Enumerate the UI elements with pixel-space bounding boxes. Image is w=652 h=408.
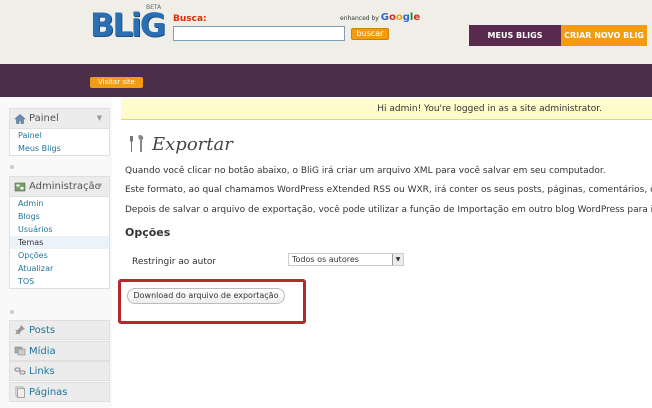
sidebar-item-links[interactable]: Links <box>9 361 110 381</box>
highlight-box <box>118 279 306 324</box>
restrict-author-label: Restringir ao autor <box>132 257 217 267</box>
search-button[interactable]: buscar <box>351 28 389 40</box>
admin-icon <box>14 182 26 191</box>
logo-text: BLiG <box>90 6 166 44</box>
sidebar-item-paginas[interactable]: Páginas <box>9 382 110 402</box>
search-input[interactable] <box>173 26 345 41</box>
criar-blig-button[interactable]: CRIAR NOVO BLIG <box>561 25 647 46</box>
menu-head-painel[interactable]: Painel ▼ <box>10 109 109 129</box>
google-letter: o <box>395 12 403 23</box>
sidebar-item-midia[interactable]: Mídia <box>9 341 110 361</box>
menu-painel: Painel ▼ Painel Meus Bligs <box>9 108 110 156</box>
blig-logo[interactable]: BLiG BETA <box>90 4 166 44</box>
page-title-text: Exportar <box>152 133 233 155</box>
sidebar-item-posts[interactable]: Posts <box>9 320 110 340</box>
author-select-value: Todos os autores <box>292 255 359 264</box>
logo-beta-badge: BETA <box>146 4 162 11</box>
menu-head-administracao[interactable]: Administração ▼ <box>10 177 109 197</box>
sidebar-item-admin[interactable]: Admin <box>10 197 109 210</box>
chevron-down-icon[interactable]: ▼ <box>392 254 403 265</box>
page-title: Exportar <box>126 133 233 155</box>
sidebar-item-atualizar[interactable]: Atualizar <box>10 262 109 275</box>
sidebar-row-label: Links <box>29 365 55 377</box>
media-icon <box>14 346 26 356</box>
search-label: Busca: <box>173 14 207 24</box>
sidebar-item-tos[interactable]: TOS <box>10 275 109 288</box>
author-select[interactable]: Todos os autores ▼ <box>288 253 404 266</box>
visit-site-button[interactable]: Visitar site <box>90 77 143 88</box>
main-content: Hi admin! You're logged in as a site adm… <box>112 97 652 408</box>
sidebar: Painel ▼ Painel Meus Bligs Administração… <box>0 97 112 408</box>
enhanced-text: enhanced by <box>340 15 379 22</box>
google-letter: G <box>380 12 389 23</box>
paragraph: Este formato, ao qual chamamos WordPress… <box>125 185 652 195</box>
sidebar-item-usuarios[interactable]: Usuários <box>10 223 109 236</box>
google-letter: g <box>402 12 410 23</box>
home-icon <box>14 113 26 124</box>
chevron-down-icon[interactable]: ▼ <box>94 181 105 192</box>
enhanced-by-google: enhanced by Google <box>340 12 420 23</box>
sidebar-item-blogs[interactable]: Blogs <box>10 210 109 223</box>
tools-icon <box>130 135 144 152</box>
paragraph: Quando você clicar no botão abaixo, o Bl… <box>125 166 606 176</box>
meus-bligs-button[interactable]: MEUS BLIGS <box>469 25 561 46</box>
separator-dot <box>10 310 14 314</box>
sidebar-item-opcoes[interactable]: Opções <box>10 249 109 262</box>
paragraph: Depois de salvar o arquivo de exportação… <box>125 205 652 215</box>
admin-notice: Hi admin! You're logged in as a site adm… <box>121 99 652 120</box>
menu-head-label: Administração <box>29 181 101 192</box>
pages-icon <box>15 386 25 398</box>
section-title: Opções <box>125 226 171 239</box>
google-letter: e <box>413 12 421 23</box>
separator-dot <box>10 165 14 169</box>
sidebar-item-painel[interactable]: Painel <box>10 129 109 142</box>
sidebar-row-label: Páginas <box>29 386 68 398</box>
chevron-down-icon[interactable]: ▼ <box>94 113 105 124</box>
link-icon <box>14 367 26 375</box>
sidebar-item-temas[interactable]: Temas <box>10 236 109 249</box>
site-header: BLiG BETA Busca: enhanced by Google busc… <box>0 0 652 64</box>
menu-administracao: Administração ▼ Admin Blogs Usuários Tem… <box>9 176 110 289</box>
sidebar-item-meus-bligs[interactable]: Meus Bligs <box>10 142 109 155</box>
menu-head-label: Painel <box>29 113 59 124</box>
sidebar-row-label: Posts <box>29 324 56 336</box>
google-letter: o <box>388 12 396 23</box>
sidebar-row-label: Mídia <box>29 345 56 357</box>
pin-icon <box>15 325 25 335</box>
